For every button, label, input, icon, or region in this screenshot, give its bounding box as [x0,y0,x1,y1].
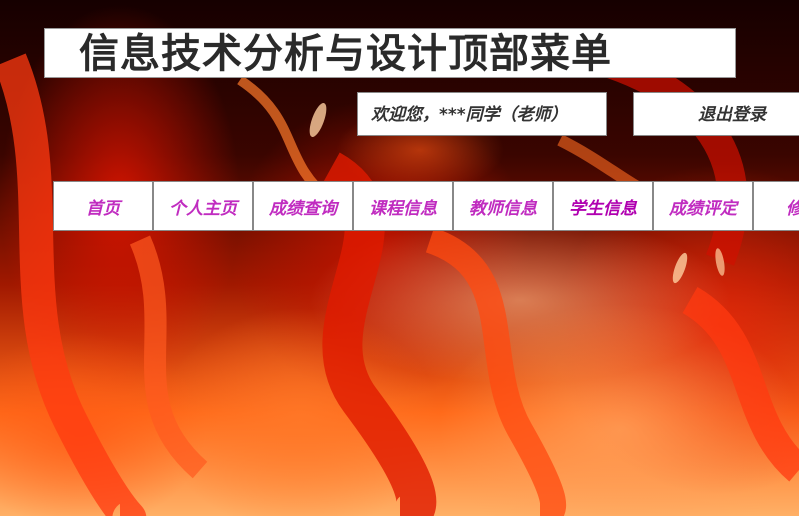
nav-item-course-info[interactable]: 课程信息 [353,181,453,231]
nav-item-grade-evaluation[interactable]: 成绩评定 [653,181,753,231]
nav-item-grade-query[interactable]: 成绩查询 [253,181,353,231]
welcome-box: 欢迎您，***同学（老师） [357,92,607,136]
nav-item-teacher-info[interactable]: 教师信息 [453,181,553,231]
top-nav-menu: 首页 个人主页 成绩查询 课程信息 教师信息 学生信息 成绩评定 修改 [53,181,799,231]
nav-item-home[interactable]: 首页 [53,181,153,231]
welcome-message: 欢迎您，***同学（老师） [371,105,568,125]
nav-item-student-info[interactable]: 学生信息 [553,181,653,231]
page-title-box: 信息技术分析与设计顶部菜单 [44,28,736,78]
logout-label[interactable]: 退出登录 [698,93,766,137]
page: 信息技术分析与设计顶部菜单 欢迎您，***同学（老师） 退出登录 首页 个人主页… [0,0,799,516]
page-title: 信息技术分析与设计顶部菜单 [79,31,612,77]
nav-item-personal-home[interactable]: 个人主页 [153,181,253,231]
nav-item-modify[interactable]: 修改 [753,181,799,231]
logout-button[interactable]: 退出登录 [633,92,799,136]
